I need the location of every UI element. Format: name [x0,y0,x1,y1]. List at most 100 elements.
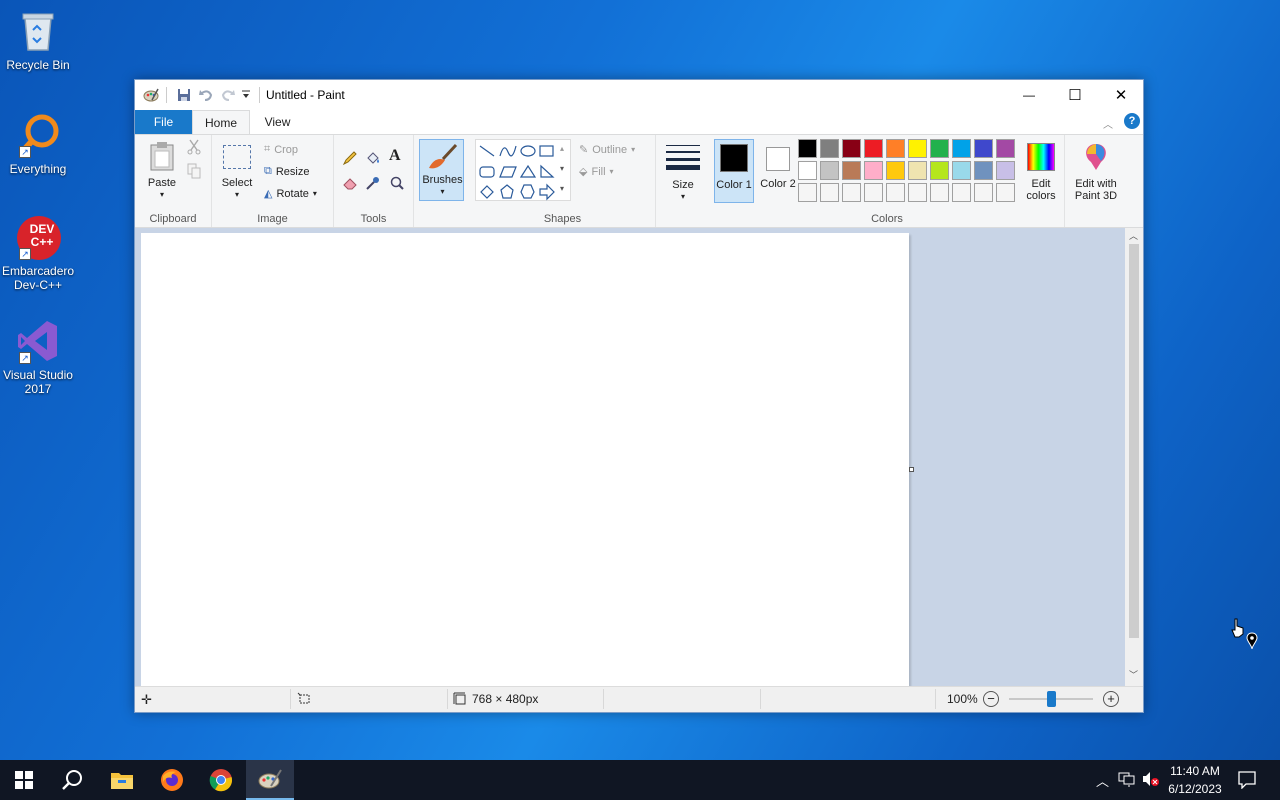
palette-swatch[interactable] [886,183,905,202]
edit-colors-button[interactable]: Edit colors [1021,139,1061,203]
desktop-icon-visual-studio[interactable]: ↗ Visual Studio 2017 [2,318,74,396]
palette-swatch[interactable] [820,183,839,202]
shapes-gallery[interactable]: ▴ ▾ ▾ [475,139,571,201]
clock-date[interactable]: 6/12/2023 [1162,782,1228,796]
palette-swatch[interactable] [842,139,861,158]
brushes-button[interactable]: Brushes ▾ [419,139,464,201]
desktop-icon-devcpp[interactable]: DEV C++ ↗ Embarcadero Dev-C++ [2,214,74,292]
shapes-icons [479,145,555,201]
palette-swatch[interactable] [820,139,839,158]
pencil-icon[interactable] [342,150,358,169]
eraser-icon[interactable] [342,175,358,194]
palette-swatch[interactable] [952,161,971,180]
separator [603,689,604,709]
palette-swatch[interactable] [930,183,949,202]
zoom-in-button[interactable]: + [1103,691,1119,707]
fill-bucket-icon[interactable] [365,150,381,169]
expand-gallery-icon[interactable]: ▾ [560,184,564,193]
start-button[interactable] [0,760,48,800]
palette-swatch[interactable] [974,161,993,180]
taskbar-firefox[interactable] [148,760,196,800]
color-picker-icon[interactable] [365,175,381,194]
separator [760,689,761,709]
copy-icon[interactable] [187,163,201,182]
palette-swatch[interactable] [842,183,861,202]
cut-icon[interactable] [187,139,201,158]
rotate-button[interactable]: ◭ Rotate ▾ [264,187,317,201]
taskbar-chrome[interactable] [197,760,245,800]
volume-muted-icon[interactable] [1142,771,1160,790]
palette-swatch[interactable] [798,161,817,180]
network-icon[interactable] [1118,771,1136,790]
palette-swatch[interactable] [820,161,839,180]
scroll-down-arrow-icon[interactable]: ﹀ [1129,668,1138,681]
redo-icon[interactable] [220,87,236,103]
palette-swatch[interactable] [996,183,1015,202]
customize-qat-icon[interactable] [241,90,257,106]
vertical-scrollbar[interactable]: ︿ ﹀ [1125,228,1143,686]
firefox-icon [161,769,183,791]
zoom-out-button[interactable]: − [983,691,999,707]
tab-home[interactable]: Home [192,110,250,134]
outline-button[interactable]: ✎ Outline ▾ [579,143,635,157]
color1-button[interactable]: Color 1 [714,139,754,203]
palette-swatch[interactable] [974,183,993,202]
scrollbar-thumb[interactable] [1129,244,1139,638]
taskbar-paint[interactable] [246,760,294,800]
palette-swatch[interactable] [996,139,1015,158]
paint-app-icon[interactable] [143,87,159,103]
minimize-button[interactable]: — [1006,80,1052,110]
maximize-button[interactable]: ☐ [1052,80,1098,110]
drawing-canvas[interactable] [141,233,909,686]
search-button[interactable] [48,760,96,800]
color2-button[interactable]: Color 2 [758,139,798,203]
color2-label: Color 2 [760,178,796,190]
palette-swatch[interactable] [886,139,905,158]
help-icon[interactable]: ? [1124,113,1140,129]
size-button[interactable]: Size ▾ [660,139,706,201]
palette-swatch[interactable] [974,139,993,158]
clock-time[interactable]: 11:40 AM [1162,764,1228,778]
text-tool-icon[interactable]: A [389,147,401,165]
select-button[interactable]: Select ▾ [218,137,256,199]
resize-button[interactable]: ⧉ Resize [264,165,309,178]
action-center-icon[interactable] [1238,771,1256,792]
undo-icon[interactable] [198,87,214,103]
scroll-up-icon[interactable]: ▴ [560,144,564,153]
palette-swatch[interactable] [952,183,971,202]
palette-swatch[interactable] [996,161,1015,180]
canvas-resize-handle[interactable] [909,467,914,472]
magnifier-icon[interactable] [389,175,405,194]
palette-swatch[interactable] [864,161,883,180]
palette-swatch[interactable] [930,161,949,180]
tab-file[interactable]: File [135,110,192,134]
paste-button[interactable]: Paste ▾ [143,137,181,199]
scroll-up-arrow-icon[interactable]: ︿ [1129,229,1138,242]
palette-swatch[interactable] [952,139,971,158]
edit-with-paint3d-button[interactable]: Edit with Paint 3D [1067,139,1125,203]
desktop-icon-recycle-bin[interactable]: Recycle Bin [2,8,74,72]
palette-swatch[interactable] [908,183,927,202]
taskbar-file-explorer[interactable] [98,760,146,800]
palette-swatch[interactable] [798,183,817,202]
collapse-ribbon-icon[interactable]: ︿ [1103,116,1113,131]
crop-button[interactable]: ⌗ Crop [264,143,298,156]
zoom-slider-thumb[interactable] [1047,691,1056,707]
palette-swatch[interactable] [886,161,905,180]
show-hidden-icons[interactable]: ︿ [1096,771,1109,790]
crop-label: Crop [274,143,299,156]
fill-button[interactable]: ⬙ Fill ▾ [579,165,614,179]
scroll-down-icon[interactable]: ▾ [560,164,564,173]
palette-swatch[interactable] [864,183,883,202]
palette-swatch[interactable] [864,139,883,158]
palette-swatch[interactable] [908,139,927,158]
desktop-icon-everything[interactable]: ↗ Everything [2,112,74,176]
palette-swatch[interactable] [908,161,927,180]
close-button[interactable]: ✕ [1098,80,1144,110]
palette-swatch[interactable] [798,139,817,158]
palette-swatch[interactable] [930,139,949,158]
tab-view[interactable]: View [250,110,305,134]
palette-swatch[interactable] [842,161,861,180]
visual-studio-icon: ↗ [15,318,61,364]
save-icon[interactable] [176,87,192,103]
